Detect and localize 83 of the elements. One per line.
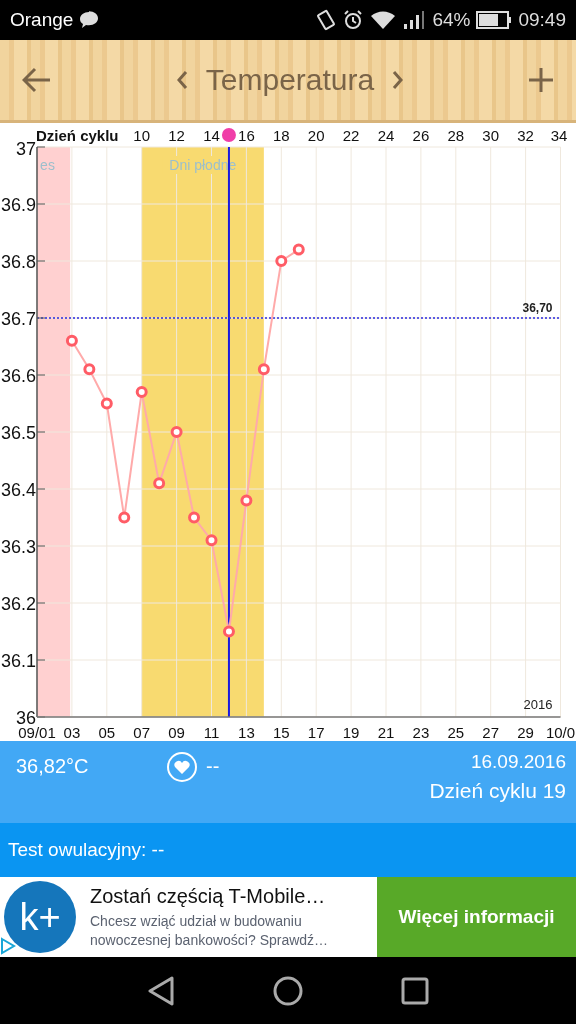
year-label: 2016	[523, 697, 553, 712]
cycle-day-label: 12	[168, 127, 185, 144]
ad-logo: k+	[4, 881, 76, 953]
x-tick-label: 23	[412, 724, 430, 741]
chevron-left-icon[interactable]	[175, 70, 188, 90]
signal-icon	[402, 10, 427, 30]
data-point	[292, 243, 305, 256]
data-point	[135, 386, 148, 399]
recents-nav-icon[interactable]	[401, 976, 429, 1005]
data-point	[65, 334, 78, 347]
y-tick-label: 36.8	[0, 252, 36, 272]
back-arrow-icon[interactable]	[22, 67, 52, 93]
cycle-day-label: 20	[307, 127, 325, 144]
ad-title: Zostań częścią T-Mobile…	[90, 884, 327, 908]
y-tick-label: 36.3	[0, 537, 36, 557]
x-tick-label: 05	[98, 724, 116, 741]
clock: 09:49	[518, 9, 566, 31]
cycle-day-label: 22	[342, 127, 360, 144]
y-tick-label: 36.4	[0, 480, 36, 500]
x-tick-label: 17	[307, 724, 325, 741]
battery-percent: 64%	[432, 9, 471, 31]
data-point	[83, 363, 96, 376]
x-tick-label: 10/0	[545, 724, 576, 741]
cycle-day-label: 24	[377, 127, 395, 144]
x-tick-label: 13	[238, 724, 255, 741]
y-tick-label: 36.2	[0, 594, 36, 614]
x-tick-label: 29	[517, 724, 534, 741]
cycle-day-label: 14	[203, 127, 220, 144]
cycle-day-label: 30	[482, 127, 500, 144]
y-tick-label: 36.5	[0, 423, 36, 443]
cycle-day-label: 34	[550, 127, 568, 144]
cycle-day-text: Dzień cyklu 19	[429, 779, 566, 803]
data-point	[100, 397, 113, 410]
more-info-button[interactable]: Więcej informacji	[377, 877, 576, 957]
wifi-icon	[370, 10, 397, 30]
back-nav-icon[interactable]	[147, 975, 175, 1006]
ad-text: Chcesz wziąć udział w budowaniu nowoczesnej bankowości? Sprawdź…	[90, 911, 330, 950]
vibrate-icon	[316, 9, 337, 31]
x-tick-label: 09	[168, 724, 185, 741]
data-point	[188, 511, 201, 524]
data-point	[153, 477, 166, 490]
data-point	[118, 511, 131, 524]
x-tick-label: 19	[342, 724, 360, 741]
x-tick-label: 15	[272, 724, 290, 741]
chevron-right-icon[interactable]	[392, 70, 405, 90]
data-point	[170, 426, 183, 438]
y-tick-label: 36.9	[0, 195, 36, 215]
cycle-day-label: 10	[133, 127, 151, 144]
adchoices-icon[interactable]	[0, 937, 16, 955]
carrier-name: Orange	[10, 9, 74, 31]
band-label: es	[40, 157, 55, 173]
note-value: --	[206, 755, 220, 778]
x-tick-label: 25	[447, 724, 465, 741]
battery-icon	[476, 11, 513, 29]
cycle-day-label: 16	[238, 127, 255, 144]
y-tick-label: 37	[15, 139, 36, 159]
data-point	[257, 363, 270, 376]
data-point	[222, 625, 235, 638]
y-tick-label: 36.1	[0, 651, 36, 671]
y-tick-label: 36.7	[0, 309, 36, 329]
data-point	[205, 534, 218, 547]
chat-icon	[79, 11, 100, 29]
cycle-day-label: 26	[412, 127, 430, 144]
x-tick-label: 27	[482, 724, 500, 741]
screen-title: Temperatura	[205, 63, 375, 97]
threshold-label: 36,70	[522, 301, 553, 315]
ovulation-test-text: Test owulacyjny: --	[8, 839, 165, 861]
temperature-value: 36,82°C	[16, 755, 90, 779]
data-point	[275, 255, 288, 267]
cycle-day-label: 18	[272, 127, 290, 144]
x-tick-label: 03	[63, 724, 81, 741]
plus-icon[interactable]	[528, 67, 554, 93]
home-nav-icon[interactable]	[273, 975, 303, 1006]
marker-icon	[221, 128, 236, 142]
top-axis-title: Dzień cyklu	[36, 127, 119, 144]
x-tick-label: 11	[203, 724, 220, 741]
data-point	[240, 494, 253, 507]
cycle-day-label: 28	[447, 127, 465, 144]
date-text: 16.09.2016	[470, 751, 566, 773]
x-tick-label: 21	[377, 724, 395, 741]
cycle-day-label: 32	[517, 127, 534, 144]
x-tick-label: 07	[133, 724, 151, 741]
y-tick-label: 36.6	[0, 366, 36, 386]
